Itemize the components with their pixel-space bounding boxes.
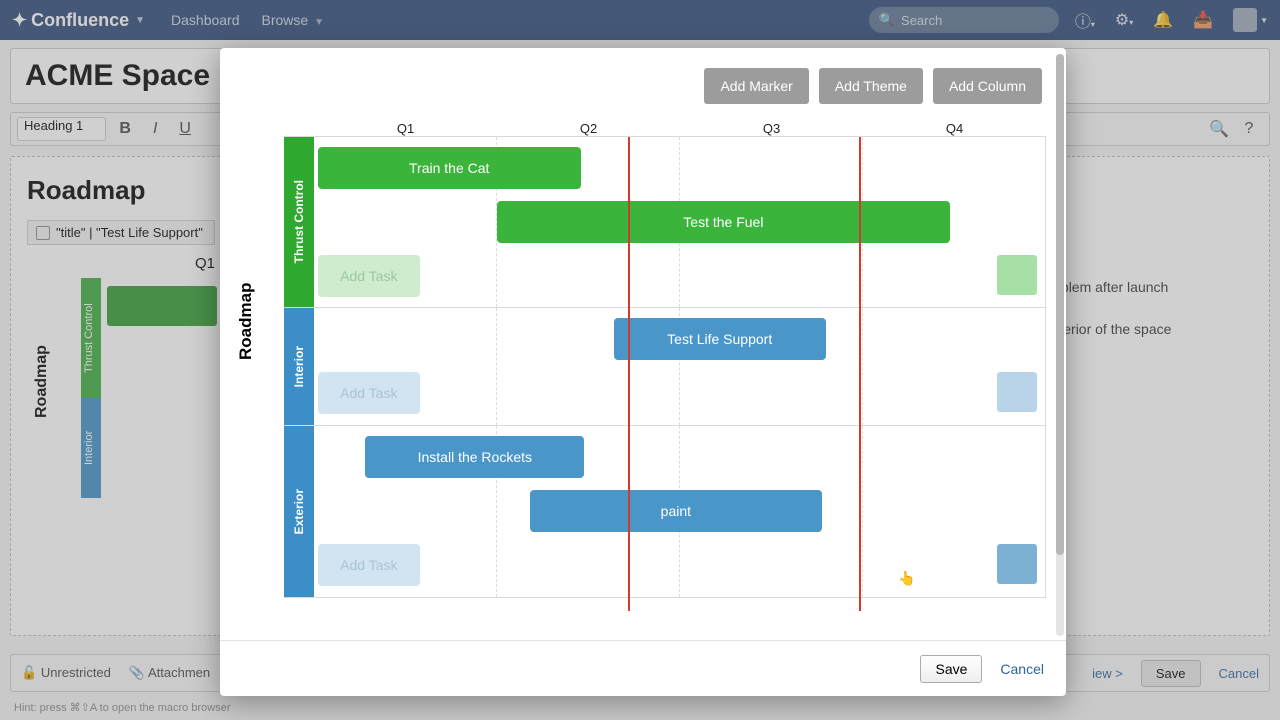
- lane-exterior: Exterior Install the Rockets paint Add T…: [284, 425, 1045, 597]
- lane-color-swatch-blue[interactable]: [997, 372, 1037, 412]
- add-task-exterior[interactable]: Add Task: [318, 544, 420, 586]
- col-header-q3[interactable]: Q3: [680, 121, 863, 136]
- add-task-thrust[interactable]: Add Task: [318, 255, 420, 297]
- modal-save-button[interactable]: Save: [920, 655, 982, 683]
- col-header-q4[interactable]: Q4: [863, 121, 1046, 136]
- task-test-the-fuel[interactable]: Test the Fuel: [497, 201, 950, 243]
- task-paint[interactable]: paint: [530, 490, 822, 532]
- lane-thrust-control: Thrust Control Train the Cat Test the Fu…: [284, 137, 1045, 307]
- task-train-the-cat[interactable]: Train the Cat: [318, 147, 581, 189]
- add-marker-button[interactable]: Add Marker: [704, 68, 808, 104]
- modal-cancel-link[interactable]: Cancel: [1000, 661, 1044, 677]
- task-install-the-rockets[interactable]: Install the Rockets: [365, 436, 584, 478]
- lane-label-exterior[interactable]: Exterior: [284, 426, 314, 597]
- marker-line-1[interactable]: [628, 137, 630, 611]
- lane-color-swatch-green[interactable]: [997, 255, 1037, 295]
- col-header-q2[interactable]: Q2: [497, 121, 680, 136]
- lane-color-swatch-exterior[interactable]: [997, 544, 1037, 584]
- lane-label-interior[interactable]: Interior: [284, 308, 314, 425]
- roadmap-title: Roadmap: [236, 283, 256, 360]
- lane-label-thrust[interactable]: Thrust Control: [284, 137, 314, 307]
- add-column-button[interactable]: Add Column: [933, 68, 1042, 104]
- col-header-q1[interactable]: Q1: [314, 121, 497, 136]
- task-test-life-support[interactable]: Test Life Support: [614, 318, 826, 360]
- add-task-interior[interactable]: Add Task: [318, 372, 420, 414]
- add-theme-button[interactable]: Add Theme: [819, 68, 923, 104]
- marker-line-2[interactable]: [859, 137, 861, 611]
- roadmap-editor-modal: Add Marker Add Theme Add Column Roadmap …: [220, 48, 1066, 696]
- lane-interior: Interior Test Life Support Add Task: [284, 307, 1045, 425]
